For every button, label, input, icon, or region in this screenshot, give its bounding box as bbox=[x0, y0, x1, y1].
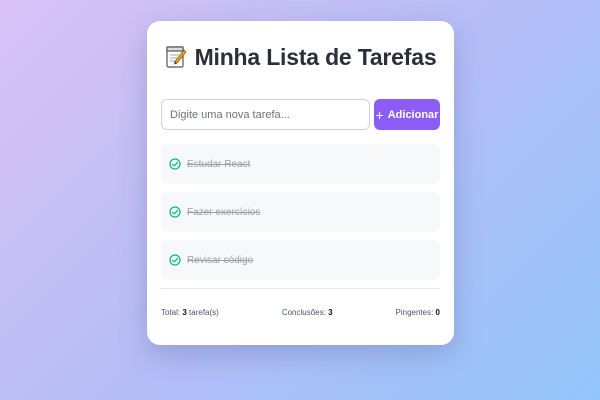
memo-icon bbox=[165, 45, 187, 69]
task-label: Estudar React bbox=[187, 158, 251, 170]
plus-icon: + bbox=[375, 106, 384, 123]
pending-value: 0 bbox=[435, 307, 440, 317]
total-count: Total: 3 tarefa(s) bbox=[161, 308, 219, 317]
total-value: 3 bbox=[182, 307, 187, 317]
check-circle-icon[interactable] bbox=[169, 158, 181, 170]
task-input[interactable] bbox=[161, 99, 370, 130]
completed-count: Conclusões: 3 bbox=[282, 308, 333, 317]
pending-count: Pingentes: 0 bbox=[396, 308, 441, 317]
pending-label: Pingentes: bbox=[395, 307, 434, 317]
task-list: Estudar React Fazer exercícios Revisar c… bbox=[161, 144, 440, 280]
task-stats: Total: 3 tarefa(s) Conclusões: 3 Pingent… bbox=[161, 289, 440, 335]
total-suffix: tarefa(s) bbox=[189, 307, 219, 317]
app-title-text: Minha Lista de Tarefas bbox=[194, 43, 437, 70]
add-button-label: Adicionar bbox=[387, 108, 439, 121]
check-circle-icon[interactable] bbox=[169, 254, 181, 266]
task-item[interactable]: Estudar React bbox=[161, 144, 440, 184]
check-circle-icon[interactable] bbox=[169, 206, 181, 218]
task-item[interactable]: Revisar código bbox=[161, 240, 440, 280]
task-label: Fazer exercícios bbox=[187, 206, 261, 218]
page-title: Minha Lista de Tarefas bbox=[161, 21, 440, 93]
todo-card: Minha Lista de Tarefas + Adicionar Estud… bbox=[147, 21, 454, 345]
total-label: Total: bbox=[161, 307, 181, 317]
add-button[interactable]: + Adicionar bbox=[374, 99, 440, 130]
task-label: Revisar código bbox=[187, 254, 254, 266]
add-task-form: + Adicionar bbox=[161, 99, 440, 130]
completed-label: Conclusões: bbox=[281, 307, 326, 317]
task-item[interactable]: Fazer exercícios bbox=[161, 192, 440, 232]
completed-value: 3 bbox=[328, 307, 333, 317]
